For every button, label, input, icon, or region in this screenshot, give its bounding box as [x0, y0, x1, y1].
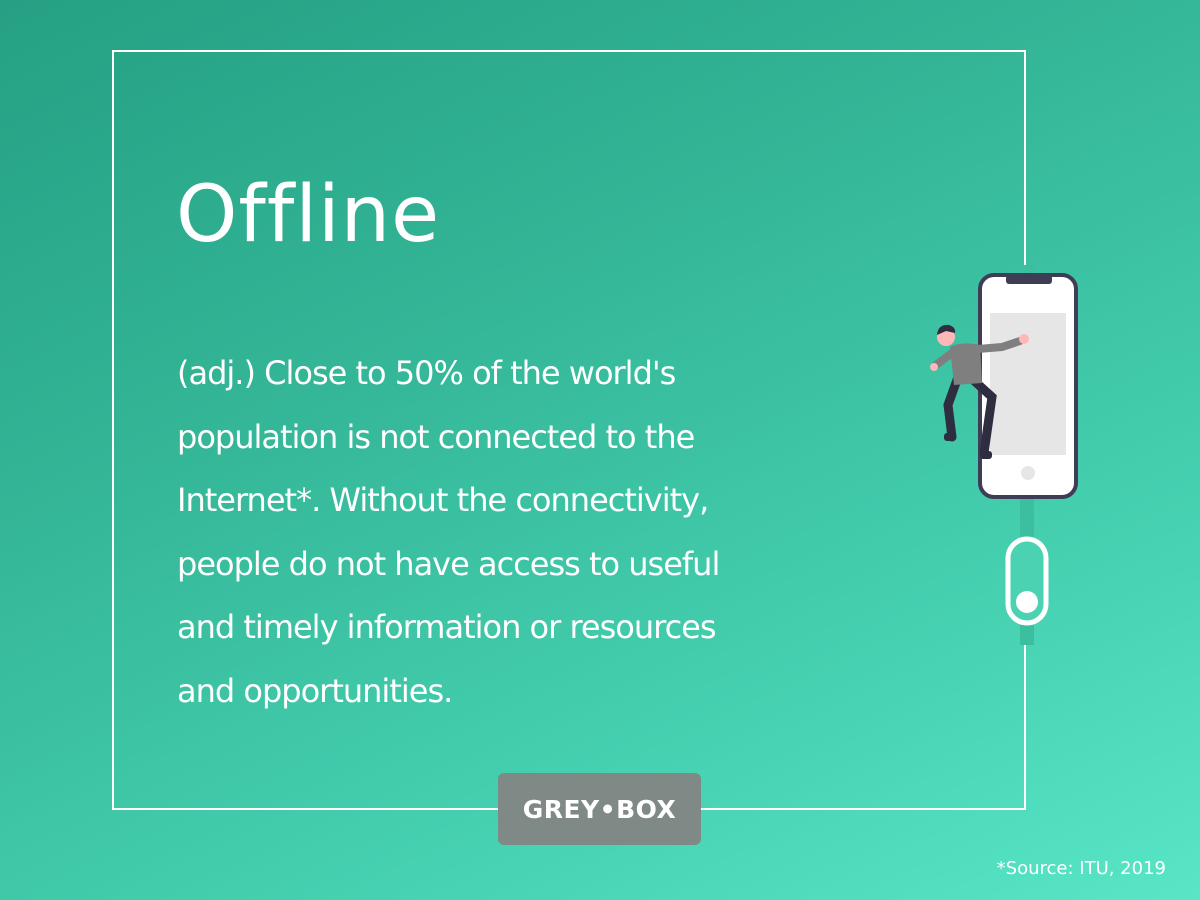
definition-line: people do not have access to useful — [177, 544, 720, 583]
definition-line: and timely information or resources — [177, 608, 717, 646]
source-citation: *Source: ITU, 2019 — [996, 858, 1166, 879]
toggle-switch-icon — [1005, 536, 1049, 626]
page-title: Offline — [176, 170, 441, 260]
definition-line: (adj.) Close to 50% of the world's — [177, 354, 676, 392]
definition-line: population is not connected to the — [177, 417, 695, 456]
person-climbing-phone-illustration — [930, 265, 1078, 645]
definition-line: and opportunities. — [177, 671, 453, 710]
brand-logo-badge: GREY•BOX — [498, 773, 701, 845]
definition-text: (adj.) Close to 50% of the world's popul… — [177, 342, 797, 723]
phone-icon — [978, 273, 1078, 499]
definition-line: Internet*. Without the connectivity, — [177, 481, 709, 519]
